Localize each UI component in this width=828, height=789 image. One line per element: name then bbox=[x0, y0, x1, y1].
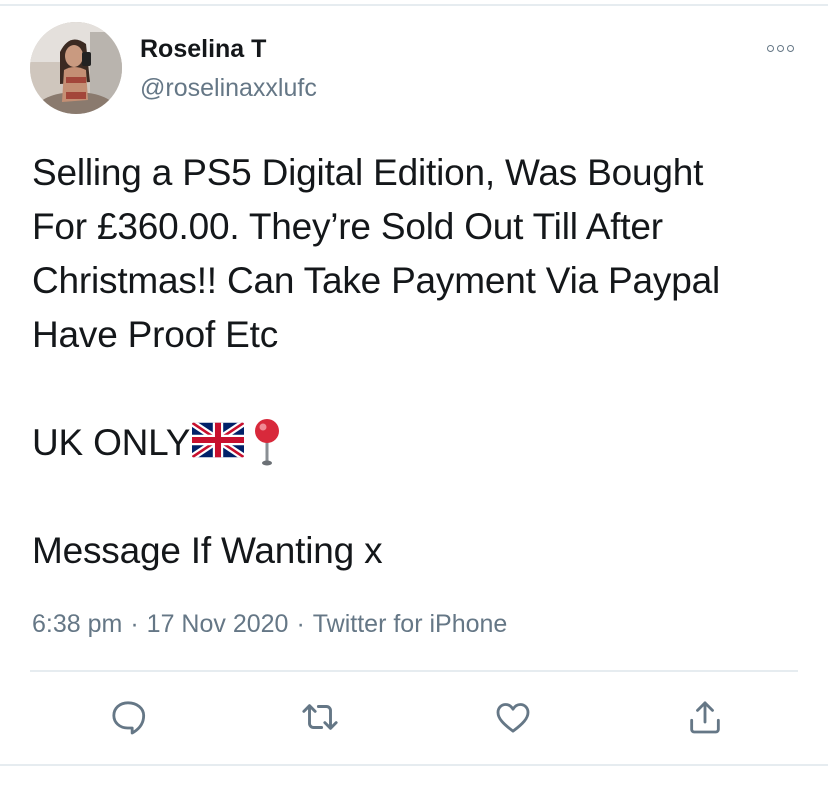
more-options-dot bbox=[786, 44, 794, 52]
share-icon bbox=[690, 701, 720, 734]
tweet-time[interactable]: 6:38 pm bbox=[32, 610, 122, 638]
top-divider bbox=[0, 4, 828, 6]
more-options-icon bbox=[766, 44, 774, 52]
bottom-divider bbox=[0, 764, 828, 766]
tweet-text-line: Have Proof Etc bbox=[32, 314, 279, 355]
more-options-dot bbox=[776, 44, 784, 52]
heart-icon bbox=[496, 703, 530, 733]
tweet-text-line: Selling a PS5 Digital Edition, Was Bough… bbox=[32, 152, 704, 193]
reply-icon bbox=[112, 701, 146, 735]
uk-flag-emoji bbox=[192, 422, 245, 458]
tweet-date[interactable]: 17 Nov 2020 bbox=[147, 610, 289, 638]
uk-only-text: UK ONLY bbox=[32, 422, 191, 463]
closing-line: Message If Wanting x bbox=[32, 530, 383, 571]
reply-button[interactable] bbox=[105, 694, 151, 740]
tweet-source[interactable]: Twitter for iPhone bbox=[313, 610, 508, 638]
uk-only-line: UK ONLY bbox=[32, 416, 812, 470]
tweet-text: Selling a PS5 Digital Edition, Was Bough… bbox=[32, 146, 812, 578]
display-name[interactable]: Roselina T bbox=[140, 33, 266, 65]
round-pushpin-emoji bbox=[255, 419, 280, 466]
profile-photo-icon bbox=[30, 22, 122, 114]
like-button[interactable] bbox=[490, 694, 536, 740]
avatar[interactable] bbox=[30, 22, 122, 114]
share-button[interactable] bbox=[682, 694, 728, 740]
action-bar bbox=[0, 694, 828, 740]
tweet-meta: 6:38 pm · 17 Nov 2020 · Twitter for iPhone bbox=[32, 606, 507, 642]
meta-separator: · bbox=[130, 610, 139, 638]
actions-divider bbox=[30, 670, 798, 672]
tweet-text-line: For £360.00. They’re Sold Out Till After bbox=[32, 206, 663, 247]
meta-separator: · bbox=[296, 610, 305, 638]
user-handle[interactable]: @roselinaxxlufc bbox=[140, 72, 317, 104]
tweet-text-line: Christmas!! Can Take Payment Via Paypal bbox=[32, 260, 720, 301]
retweet-icon bbox=[302, 704, 338, 730]
retweet-button[interactable] bbox=[297, 694, 343, 740]
more-options-button[interactable] bbox=[760, 36, 800, 60]
